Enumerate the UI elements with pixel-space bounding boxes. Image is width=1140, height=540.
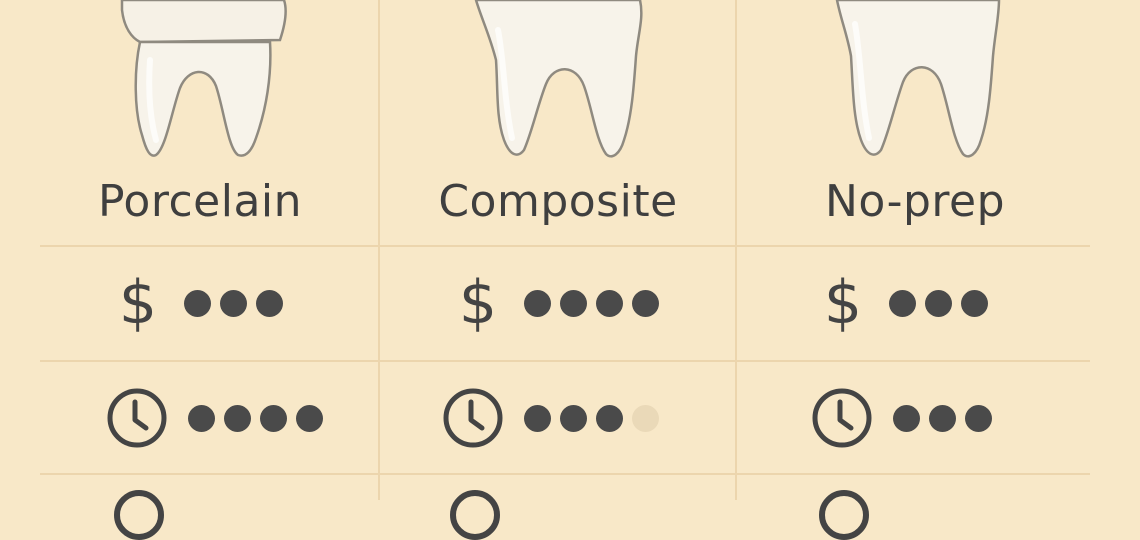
cost-row: $ bbox=[22, 247, 378, 359]
time-row bbox=[737, 362, 1093, 474]
veneer-comparison-chart: Porcelain $ Composite $ No-prep $ bbox=[0, 0, 1140, 540]
rating-dot-filled bbox=[965, 404, 992, 432]
cost-rating bbox=[889, 289, 997, 317]
rating-dot-filled bbox=[524, 404, 551, 432]
option-name: Porcelain bbox=[97, 176, 303, 227]
no-prep-tooth-icon bbox=[835, 0, 1001, 158]
option-name: No-prep bbox=[824, 176, 1006, 227]
rating-dot-filled bbox=[929, 404, 956, 432]
option-name: Composite bbox=[438, 176, 678, 227]
rating-dot-filled bbox=[889, 289, 916, 317]
rating-dot-filled bbox=[224, 404, 251, 432]
clock-icon bbox=[107, 388, 167, 448]
rating-dot-filled bbox=[256, 289, 283, 317]
rating-dot-filled bbox=[296, 404, 323, 432]
rating-dot-filled bbox=[632, 289, 659, 317]
cost-row: $ bbox=[380, 247, 736, 359]
rating-icon bbox=[450, 490, 500, 540]
rating-dot-filled bbox=[524, 289, 551, 317]
time-row bbox=[380, 362, 736, 474]
time-rating bbox=[893, 404, 1001, 432]
rating-icon bbox=[819, 490, 869, 540]
option-column-no-prep: No-prep $ bbox=[737, 0, 1093, 540]
rating-dot-filled bbox=[596, 404, 623, 432]
cost-rating bbox=[524, 289, 668, 317]
composite-tooth-icon bbox=[474, 0, 643, 158]
rating-icon bbox=[114, 490, 164, 540]
cost-rating bbox=[184, 289, 292, 317]
time-row bbox=[22, 362, 378, 474]
rating-dot-filled bbox=[961, 289, 988, 317]
time-rating bbox=[524, 404, 668, 432]
rating-dot-filled bbox=[560, 404, 587, 432]
porcelain-tooth-icon bbox=[120, 0, 287, 157]
rating-dot-filled bbox=[220, 289, 247, 317]
cost-row: $ bbox=[737, 247, 1093, 359]
dollar-icon: $ bbox=[823, 268, 863, 338]
rating-dot-filled bbox=[893, 404, 920, 432]
rating-dot-filled bbox=[260, 404, 287, 432]
dollar-icon: $ bbox=[118, 268, 158, 338]
clock-icon bbox=[443, 388, 503, 448]
rating-dot-empty bbox=[632, 404, 659, 432]
option-column-porcelain: Porcelain $ bbox=[22, 0, 378, 540]
rating-dot-filled bbox=[925, 289, 952, 317]
time-rating bbox=[188, 404, 332, 432]
rating-dot-filled bbox=[184, 289, 211, 317]
dollar-icon: $ bbox=[458, 268, 498, 338]
rating-dot-filled bbox=[596, 289, 623, 317]
rating-dot-filled bbox=[188, 404, 215, 432]
rating-dot-filled bbox=[560, 289, 587, 317]
option-column-composite: Composite $ bbox=[380, 0, 736, 540]
clock-icon bbox=[812, 388, 872, 448]
